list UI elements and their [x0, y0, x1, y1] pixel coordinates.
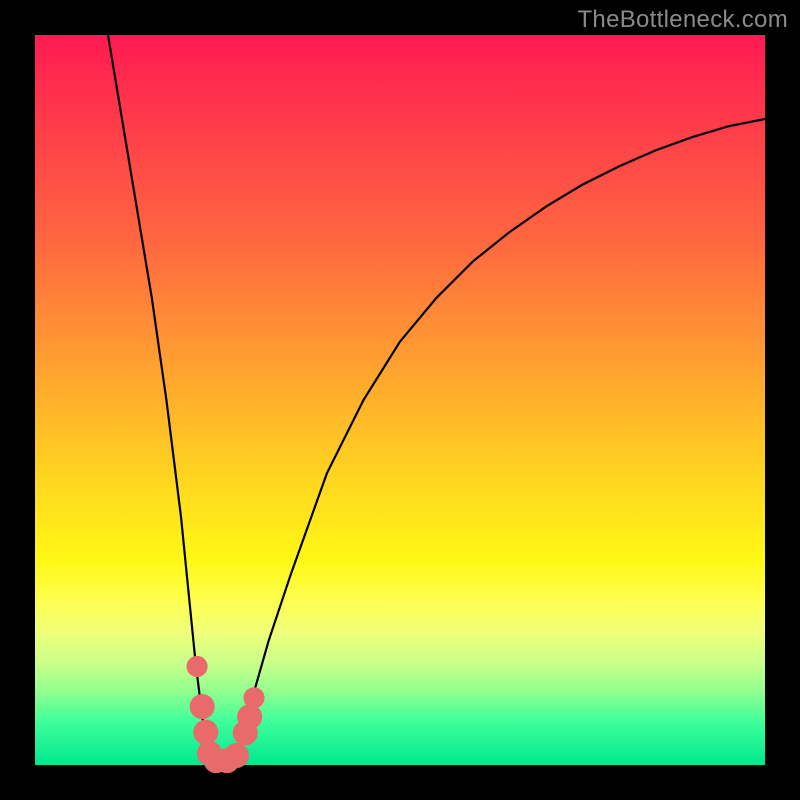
plot-area	[35, 35, 765, 765]
curve-markers	[186, 656, 264, 773]
watermark-text: TheBottleneck.com	[577, 6, 788, 34]
chart-svg	[35, 35, 765, 765]
curve-marker	[237, 704, 262, 729]
chart-frame: TheBottleneck.com	[0, 0, 800, 800]
curve-marker	[186, 656, 207, 677]
curve-marker	[224, 743, 249, 768]
bottleneck-curve	[108, 35, 765, 765]
curve-marker	[243, 687, 264, 708]
curve-marker	[193, 720, 218, 745]
curve-marker	[190, 694, 215, 719]
